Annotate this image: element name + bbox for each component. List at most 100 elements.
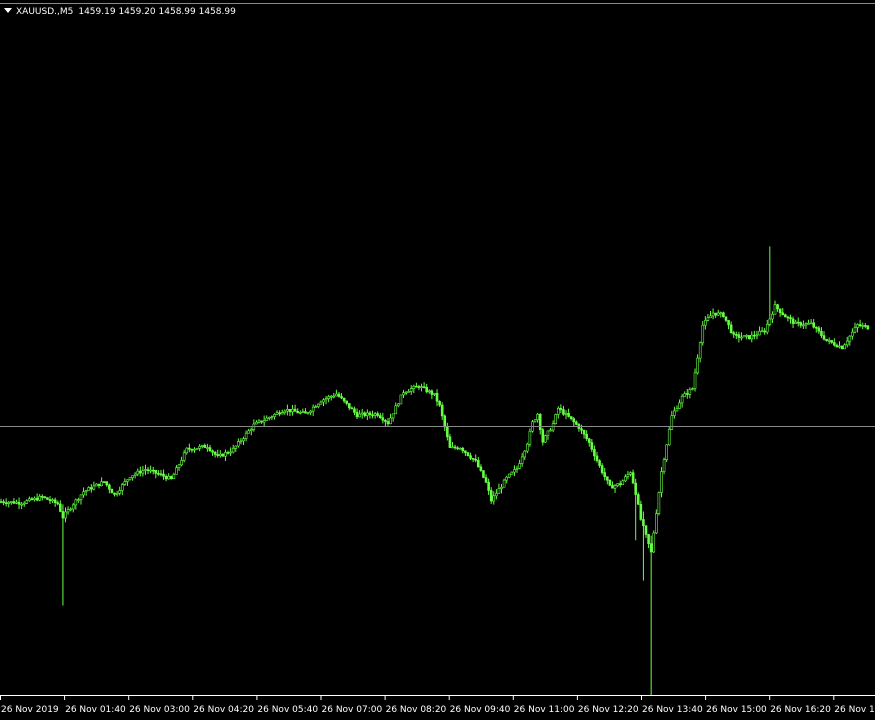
candle-body — [162, 473, 165, 477]
candle-body — [670, 415, 674, 430]
candle-body — [626, 474, 630, 477]
candle-body — [234, 445, 238, 449]
candle-body — [838, 345, 841, 348]
candle-body — [247, 430, 250, 434]
candle-body — [363, 412, 367, 416]
candle-body — [7, 502, 11, 504]
candle-body — [734, 334, 738, 336]
symbol-label: XAUUSD.,M5 — [16, 7, 74, 17]
candle-body — [115, 492, 119, 495]
candle-body — [820, 330, 823, 336]
candle-body — [120, 484, 124, 491]
candle-body — [84, 490, 88, 493]
candle-body — [381, 417, 385, 421]
candle-body — [226, 452, 230, 454]
time-tick-label: 26 Nov 04:20 — [193, 705, 254, 715]
candle-body — [105, 481, 109, 486]
time-tick-label: 26 Nov 08:20 — [386, 705, 447, 715]
candle-body — [740, 336, 743, 339]
candle-body — [144, 469, 147, 471]
candle-body — [636, 494, 640, 505]
candle-body — [528, 430, 532, 445]
time-tick-label: 26 Nov 01:40 — [65, 705, 126, 715]
candle-body — [10, 501, 13, 503]
candle-body — [732, 332, 736, 335]
candle-body — [833, 342, 836, 346]
candle-body — [789, 317, 792, 320]
candle-body — [164, 475, 168, 480]
candle-body — [667, 429, 671, 446]
candle-body — [12, 501, 16, 504]
candle-body — [53, 499, 57, 504]
candle-body — [781, 312, 785, 316]
candle-body — [665, 444, 668, 460]
candle-body — [203, 445, 207, 448]
candle-body — [108, 484, 111, 490]
candle-body — [128, 477, 132, 481]
time-tick-label: 26 Nov 2019 — [1, 705, 59, 715]
candle-body — [724, 316, 728, 321]
candle-body — [371, 414, 374, 416]
candle-body — [489, 490, 493, 502]
candle-body — [458, 447, 462, 450]
candle-body — [799, 322, 803, 326]
candle-body — [46, 497, 49, 500]
candle-body — [719, 312, 723, 315]
candle-body — [443, 415, 447, 428]
candle-body — [572, 418, 576, 423]
candle-body — [575, 421, 578, 425]
candle-body — [51, 499, 54, 502]
candle-body — [0, 501, 3, 503]
candle-body — [453, 446, 457, 449]
candle-body — [43, 496, 47, 499]
candle-body — [471, 458, 475, 460]
candle-body — [526, 443, 529, 452]
candle-body — [255, 421, 258, 425]
chart-title: XAUUSD.,M5 1459.19 1459.20 1458.99 1458.9… — [4, 6, 236, 18]
candle-body — [48, 499, 52, 502]
candle-body — [249, 429, 253, 431]
candle-body — [407, 391, 410, 393]
candle-body — [391, 413, 395, 419]
candle-body — [430, 390, 434, 395]
candle-body — [33, 497, 36, 501]
candle-body — [461, 447, 465, 452]
candle-body — [600, 465, 604, 473]
candle-body — [812, 322, 816, 328]
candle-body — [688, 389, 692, 395]
candle-body — [541, 429, 545, 443]
price-chart[interactable] — [0, 0, 875, 695]
dropdown-triangle-icon[interactable] — [4, 8, 12, 13]
candle-body — [593, 449, 596, 457]
time-tick-label: 26 Nov 11:00 — [514, 705, 575, 715]
candle-body — [704, 320, 707, 326]
candle-body — [802, 324, 805, 327]
candle-body — [825, 338, 828, 341]
candle-body — [40, 496, 44, 498]
candle-body — [123, 481, 127, 485]
candle-body — [536, 413, 539, 421]
candle-body — [729, 324, 733, 333]
time-tick-label: 26 Nov 13:40 — [642, 705, 703, 715]
candle-body — [814, 326, 818, 329]
candle-body — [237, 441, 240, 447]
candle-body — [399, 394, 403, 405]
candle-body — [208, 447, 212, 451]
candle-body — [502, 479, 506, 488]
time-tick-label: 26 Nov 09:40 — [450, 705, 511, 715]
candle-body — [242, 438, 245, 442]
candle-body — [133, 473, 137, 477]
candle-body — [15, 501, 18, 504]
candle-body — [260, 420, 263, 423]
candle-body — [495, 493, 498, 497]
candle-body — [131, 475, 134, 478]
candle-body — [92, 485, 96, 490]
candle-body — [402, 392, 405, 396]
candle-body — [649, 543, 653, 553]
ohlc-values: 1459.19 1459.20 1458.99 1458.99 — [78, 7, 236, 17]
candle-body — [427, 390, 431, 393]
candle-body — [278, 412, 281, 415]
candle-body — [25, 500, 29, 504]
candle-body — [595, 455, 599, 461]
candle-body — [691, 388, 694, 390]
